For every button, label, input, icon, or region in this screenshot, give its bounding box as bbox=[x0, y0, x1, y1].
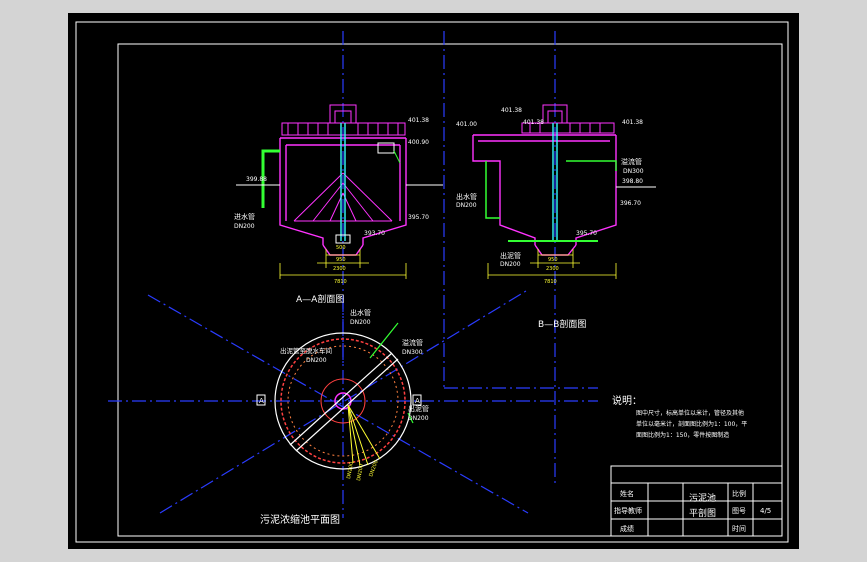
aa-inlet-pipe-label: 进水管 bbox=[234, 212, 255, 221]
bb-dim-overall: 7810 bbox=[544, 279, 557, 285]
aa-level-water: 400.90 bbox=[408, 139, 429, 146]
plan-title: 污泥浓缩池平面图 bbox=[260, 513, 340, 526]
aa-dim-cone: 500 bbox=[336, 245, 346, 251]
inner-frame bbox=[117, 43, 783, 537]
plan-view[interactable] bbox=[256, 322, 422, 470]
plan-marker-a-right: A bbox=[415, 397, 420, 405]
cad-viewport[interactable]: 401.38 400.90 399.88 395.70 393.70 进水管 D… bbox=[68, 13, 799, 549]
tb-teacher-label: 指导教师 bbox=[614, 506, 642, 515]
bb-dim-sump-w: 2300 bbox=[546, 266, 559, 272]
plan-bridge-label: 出泥管至脱水车间 bbox=[280, 346, 332, 355]
bb-level-top-center: 401.38 bbox=[523, 119, 544, 126]
bb-level-side: 398.80 bbox=[622, 178, 643, 185]
tb-drawing-title-2: 平剖图 bbox=[689, 507, 716, 519]
aa-level-ground: 399.88 bbox=[246, 176, 267, 183]
bb-level-top-left: 401.00 bbox=[456, 121, 477, 128]
aa-level-top: 401.38 bbox=[408, 117, 429, 124]
bb-overflow-dn: DN300 bbox=[623, 168, 644, 175]
notes-line-3: 面图比例为1：150，零件按图制造 bbox=[636, 431, 729, 439]
bb-sludge-dn: DN200 bbox=[500, 261, 521, 268]
centerlines bbox=[108, 31, 598, 518]
aa-level-sump: 393.70 bbox=[364, 230, 385, 237]
aa-title: A—A剖面图 bbox=[296, 293, 344, 305]
bb-level-bottom: 396.70 bbox=[620, 200, 641, 207]
aa-dim-sump-w: 2300 bbox=[333, 266, 346, 272]
plan-tick-label-2: DN200 bbox=[356, 463, 365, 481]
aa-dim-sump-inner: 950 bbox=[336, 257, 346, 263]
bb-level-top-mid: 401.38 bbox=[501, 107, 522, 114]
plan-overflow-dn: DN300 bbox=[402, 349, 423, 356]
plan-outlet-dn: DN200 bbox=[350, 319, 371, 326]
section-aa[interactable] bbox=[236, 104, 443, 279]
bb-outlet-label: 出水管 bbox=[456, 192, 477, 201]
bb-overflow-label: 溢流管 bbox=[621, 157, 642, 166]
plan-bridge-dn: DN200 bbox=[306, 357, 327, 364]
bb-sludge-label: 出泥管 bbox=[500, 251, 521, 260]
aa-inlet-dn: DN200 bbox=[234, 223, 255, 230]
outer-frame bbox=[75, 21, 789, 543]
tb-drawing-no: 4/5 bbox=[760, 507, 771, 515]
plan-marker-a-left: A bbox=[259, 397, 264, 405]
cad-drawing: 401.38 400.90 399.88 395.70 393.70 进水管 D… bbox=[75, 21, 789, 543]
plan-tick-label-1: DN200 bbox=[346, 461, 355, 479]
plan-outlet-label: 出水管 bbox=[350, 308, 371, 317]
tb-scale-label: 比例 bbox=[732, 489, 746, 498]
tb-date-label: 时间 bbox=[732, 524, 746, 533]
tb-drawing-no-label: 图号 bbox=[732, 507, 746, 515]
bb-dim-sump-inner: 950 bbox=[548, 257, 558, 263]
aa-dim-overall: 7810 bbox=[334, 279, 347, 285]
bb-level-sump: 395.70 bbox=[576, 230, 597, 237]
tb-score-label: 成绩 bbox=[620, 524, 634, 533]
plan-sludge-dn: DN200 bbox=[408, 415, 429, 422]
bb-title: B—B剖面图 bbox=[538, 318, 586, 330]
plan-overflow-label: 溢流管 bbox=[402, 338, 423, 347]
tb-name-label: 姓名 bbox=[620, 489, 634, 498]
plan-tick-label-3: DN200 bbox=[368, 460, 380, 478]
notes-title: 说明： bbox=[612, 394, 642, 407]
notes-line-1: 图中尺寸，标高单位以米计，管径及其他 bbox=[636, 409, 744, 417]
bb-outlet-dn: DN200 bbox=[456, 202, 477, 209]
aa-level-bottom: 395.70 bbox=[408, 214, 429, 221]
tb-drawing-title-1: 污泥池 bbox=[689, 492, 716, 504]
notes-line-2: 单位以毫米计，剖面图比例为1：100，平 bbox=[636, 420, 747, 428]
bb-level-top-right: 401.38 bbox=[622, 119, 643, 126]
plan-sludge-label: 出泥管 bbox=[408, 404, 429, 413]
